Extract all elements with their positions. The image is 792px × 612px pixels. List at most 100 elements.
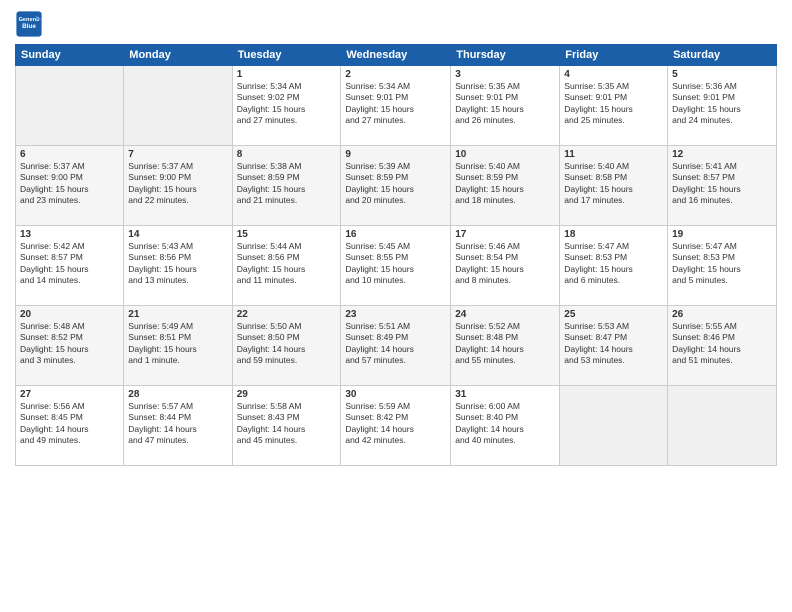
- calendar-week-row: 20Sunrise: 5:48 AM Sunset: 8:52 PM Dayli…: [16, 306, 777, 386]
- calendar-cell: 24Sunrise: 5:52 AM Sunset: 8:48 PM Dayli…: [451, 306, 560, 386]
- day-info: Sunrise: 5:44 AM Sunset: 8:56 PM Dayligh…: [237, 241, 337, 287]
- calendar-cell: 14Sunrise: 5:43 AM Sunset: 8:56 PM Dayli…: [124, 226, 232, 306]
- calendar-cell: 22Sunrise: 5:50 AM Sunset: 8:50 PM Dayli…: [232, 306, 341, 386]
- day-info: Sunrise: 5:47 AM Sunset: 8:53 PM Dayligh…: [672, 241, 772, 287]
- day-number: 23: [345, 309, 446, 320]
- calendar-cell: 30Sunrise: 5:59 AM Sunset: 8:42 PM Dayli…: [341, 386, 451, 466]
- day-info: Sunrise: 5:52 AM Sunset: 8:48 PM Dayligh…: [455, 321, 555, 367]
- day-number: 11: [564, 149, 663, 160]
- day-number: 4: [564, 69, 663, 80]
- calendar-cell: 7Sunrise: 5:37 AM Sunset: 9:00 PM Daylig…: [124, 146, 232, 226]
- calendar-cell: [668, 386, 777, 466]
- day-info: Sunrise: 5:35 AM Sunset: 9:01 PM Dayligh…: [455, 81, 555, 127]
- calendar-cell: 11Sunrise: 5:40 AM Sunset: 8:58 PM Dayli…: [560, 146, 668, 226]
- logo-icon: General Blue: [15, 10, 43, 38]
- day-info: Sunrise: 5:53 AM Sunset: 8:47 PM Dayligh…: [564, 321, 663, 367]
- day-number: 29: [237, 389, 337, 400]
- day-info: Sunrise: 5:34 AM Sunset: 9:02 PM Dayligh…: [237, 81, 337, 127]
- day-info: Sunrise: 5:40 AM Sunset: 8:58 PM Dayligh…: [564, 161, 663, 207]
- calendar-cell: 3Sunrise: 5:35 AM Sunset: 9:01 PM Daylig…: [451, 66, 560, 146]
- calendar-body: 1Sunrise: 5:34 AM Sunset: 9:02 PM Daylig…: [16, 66, 777, 466]
- calendar-cell: 29Sunrise: 5:58 AM Sunset: 8:43 PM Dayli…: [232, 386, 341, 466]
- day-info: Sunrise: 5:41 AM Sunset: 8:57 PM Dayligh…: [672, 161, 772, 207]
- day-number: 24: [455, 309, 555, 320]
- day-number: 25: [564, 309, 663, 320]
- calendar-cell: 9Sunrise: 5:39 AM Sunset: 8:59 PM Daylig…: [341, 146, 451, 226]
- day-info: Sunrise: 5:39 AM Sunset: 8:59 PM Dayligh…: [345, 161, 446, 207]
- day-number: 27: [20, 389, 119, 400]
- calendar-cell: 28Sunrise: 5:57 AM Sunset: 8:44 PM Dayli…: [124, 386, 232, 466]
- calendar-cell: 16Sunrise: 5:45 AM Sunset: 8:55 PM Dayli…: [341, 226, 451, 306]
- logo: General Blue: [15, 10, 47, 38]
- calendar-cell: [16, 66, 124, 146]
- svg-text:Blue: Blue: [22, 23, 36, 30]
- calendar-week-row: 13Sunrise: 5:42 AM Sunset: 8:57 PM Dayli…: [16, 226, 777, 306]
- weekday-header: Wednesday: [341, 45, 451, 66]
- calendar-cell: 25Sunrise: 5:53 AM Sunset: 8:47 PM Dayli…: [560, 306, 668, 386]
- calendar-cell: 12Sunrise: 5:41 AM Sunset: 8:57 PM Dayli…: [668, 146, 777, 226]
- day-info: Sunrise: 5:45 AM Sunset: 8:55 PM Dayligh…: [345, 241, 446, 287]
- day-number: 22: [237, 309, 337, 320]
- calendar-cell: 19Sunrise: 5:47 AM Sunset: 8:53 PM Dayli…: [668, 226, 777, 306]
- day-info: Sunrise: 5:56 AM Sunset: 8:45 PM Dayligh…: [20, 401, 119, 447]
- day-number: 17: [455, 229, 555, 240]
- day-number: 3: [455, 69, 555, 80]
- weekday-header: Monday: [124, 45, 232, 66]
- day-info: Sunrise: 5:49 AM Sunset: 8:51 PM Dayligh…: [128, 321, 227, 367]
- weekday-header: Thursday: [451, 45, 560, 66]
- calendar-cell: [560, 386, 668, 466]
- day-info: Sunrise: 5:36 AM Sunset: 9:01 PM Dayligh…: [672, 81, 772, 127]
- calendar-cell: 15Sunrise: 5:44 AM Sunset: 8:56 PM Dayli…: [232, 226, 341, 306]
- calendar-cell: [124, 66, 232, 146]
- day-number: 19: [672, 229, 772, 240]
- calendar-cell: 21Sunrise: 5:49 AM Sunset: 8:51 PM Dayli…: [124, 306, 232, 386]
- weekday-header: Saturday: [668, 45, 777, 66]
- calendar-cell: 18Sunrise: 5:47 AM Sunset: 8:53 PM Dayli…: [560, 226, 668, 306]
- day-number: 13: [20, 229, 119, 240]
- calendar-cell: 8Sunrise: 5:38 AM Sunset: 8:59 PM Daylig…: [232, 146, 341, 226]
- calendar-cell: 20Sunrise: 5:48 AM Sunset: 8:52 PM Dayli…: [16, 306, 124, 386]
- day-info: Sunrise: 5:40 AM Sunset: 8:59 PM Dayligh…: [455, 161, 555, 207]
- day-number: 8: [237, 149, 337, 160]
- day-info: Sunrise: 5:38 AM Sunset: 8:59 PM Dayligh…: [237, 161, 337, 207]
- day-info: Sunrise: 5:47 AM Sunset: 8:53 PM Dayligh…: [564, 241, 663, 287]
- day-number: 14: [128, 229, 227, 240]
- day-number: 10: [455, 149, 555, 160]
- calendar-cell: 6Sunrise: 5:37 AM Sunset: 9:00 PM Daylig…: [16, 146, 124, 226]
- weekday-header: Sunday: [16, 45, 124, 66]
- day-number: 5: [672, 69, 772, 80]
- day-number: 26: [672, 309, 772, 320]
- day-info: Sunrise: 5:48 AM Sunset: 8:52 PM Dayligh…: [20, 321, 119, 367]
- calendar-cell: 2Sunrise: 5:34 AM Sunset: 9:01 PM Daylig…: [341, 66, 451, 146]
- day-info: Sunrise: 5:42 AM Sunset: 8:57 PM Dayligh…: [20, 241, 119, 287]
- calendar-cell: 5Sunrise: 5:36 AM Sunset: 9:01 PM Daylig…: [668, 66, 777, 146]
- calendar: SundayMondayTuesdayWednesdayThursdayFrid…: [15, 44, 777, 466]
- calendar-week-row: 1Sunrise: 5:34 AM Sunset: 9:02 PM Daylig…: [16, 66, 777, 146]
- calendar-cell: 1Sunrise: 5:34 AM Sunset: 9:02 PM Daylig…: [232, 66, 341, 146]
- calendar-cell: 27Sunrise: 5:56 AM Sunset: 8:45 PM Dayli…: [16, 386, 124, 466]
- day-number: 16: [345, 229, 446, 240]
- day-number: 20: [20, 309, 119, 320]
- day-number: 31: [455, 389, 555, 400]
- day-info: Sunrise: 5:51 AM Sunset: 8:49 PM Dayligh…: [345, 321, 446, 367]
- day-number: 30: [345, 389, 446, 400]
- day-info: Sunrise: 5:46 AM Sunset: 8:54 PM Dayligh…: [455, 241, 555, 287]
- day-number: 28: [128, 389, 227, 400]
- calendar-week-row: 6Sunrise: 5:37 AM Sunset: 9:00 PM Daylig…: [16, 146, 777, 226]
- calendar-cell: 10Sunrise: 5:40 AM Sunset: 8:59 PM Dayli…: [451, 146, 560, 226]
- day-info: Sunrise: 5:37 AM Sunset: 9:00 PM Dayligh…: [128, 161, 227, 207]
- day-info: Sunrise: 5:50 AM Sunset: 8:50 PM Dayligh…: [237, 321, 337, 367]
- day-number: 12: [672, 149, 772, 160]
- weekday-header: Friday: [560, 45, 668, 66]
- calendar-cell: 13Sunrise: 5:42 AM Sunset: 8:57 PM Dayli…: [16, 226, 124, 306]
- day-number: 9: [345, 149, 446, 160]
- day-number: 1: [237, 69, 337, 80]
- day-info: Sunrise: 5:57 AM Sunset: 8:44 PM Dayligh…: [128, 401, 227, 447]
- calendar-cell: 4Sunrise: 5:35 AM Sunset: 9:01 PM Daylig…: [560, 66, 668, 146]
- day-info: Sunrise: 5:35 AM Sunset: 9:01 PM Dayligh…: [564, 81, 663, 127]
- weekday-header: Tuesday: [232, 45, 341, 66]
- day-info: Sunrise: 5:55 AM Sunset: 8:46 PM Dayligh…: [672, 321, 772, 367]
- day-number: 18: [564, 229, 663, 240]
- calendar-header-row: SundayMondayTuesdayWednesdayThursdayFrid…: [16, 45, 777, 66]
- day-number: 7: [128, 149, 227, 160]
